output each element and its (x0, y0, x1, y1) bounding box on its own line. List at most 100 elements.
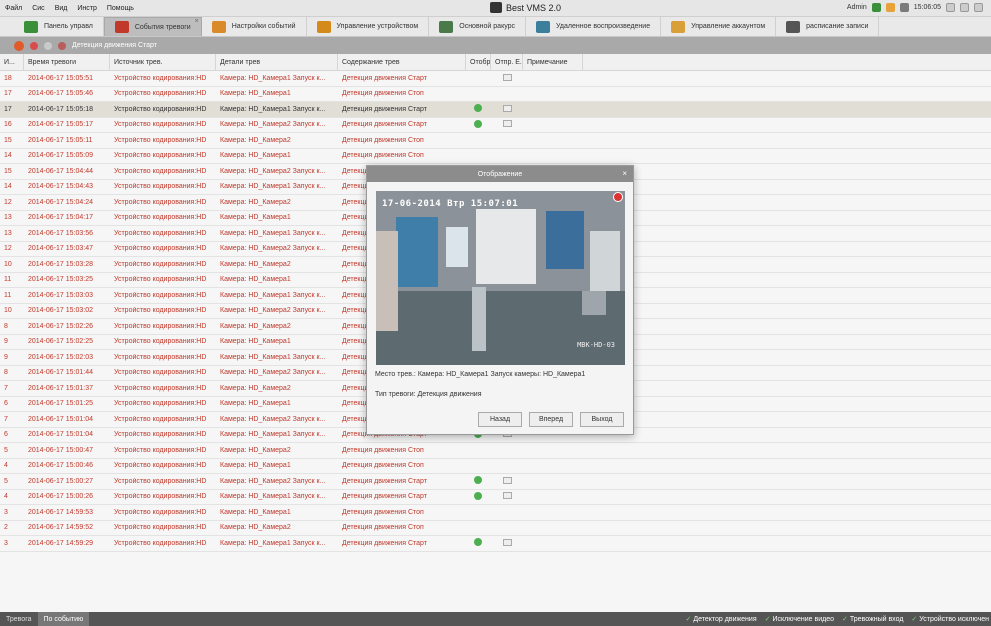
dialog-titlebar[interactable]: Отображение × (367, 166, 633, 182)
lock-icon[interactable] (946, 3, 955, 12)
menu-tools[interactable]: Инстр (72, 5, 102, 12)
col-note[interactable]: Примечание (523, 54, 583, 70)
cell-details: Камера: HD_Камера2 (220, 524, 291, 532)
tab-schedule[interactable]: расписание записи (776, 17, 880, 36)
alarm-type: Тип тревоги: Детекция движения (375, 391, 482, 398)
globe-icon[interactable] (871, 3, 881, 12)
cell-time: 2014-06-17 15:05:18 (28, 105, 93, 113)
table-row[interactable]: 16 2014-06-17 15:05:17 Устройство кодирова… (0, 118, 991, 133)
menu-help[interactable]: Помощь (102, 5, 139, 12)
cell-details: Камера: HD_Камера1 Запуск к... (220, 431, 326, 439)
app-title: Best VMS 2.0 (490, 2, 561, 13)
table-row[interactable]: 5 2014-06-17 15:00:47 Устройство кодирован… (0, 443, 991, 459)
mail-icon[interactable] (503, 538, 512, 546)
cell-source: Устройство кодирования:HD (114, 353, 207, 361)
table-row[interactable]: 5 2014-06-17 15:00:27 Устройство кодирован… (0, 474, 991, 490)
cell-id: 5 (4, 477, 8, 485)
cell-id: 14 (4, 152, 12, 160)
cell-source: Устройство кодирования:HD (114, 276, 207, 284)
col-id[interactable]: И... (0, 54, 24, 70)
table-row[interactable]: 14 2014-06-17 15:05:09 Устройство кодирова… (0, 149, 991, 164)
table-row[interactable]: 2 2014-06-17 14:59:52 Устройство кодирован… (0, 521, 991, 536)
table-row[interactable]: 4 2014-06-17 15:00:26 Устройство кодирован… (0, 490, 991, 505)
cell-source: Устройство кодирования:HD (114, 539, 207, 547)
menu-view[interactable]: Вид (50, 5, 73, 12)
col-send-email[interactable]: Отпр. Е... (491, 54, 523, 70)
col-alarm-time[interactable]: Время тревоги (24, 54, 110, 70)
play-icon[interactable] (474, 104, 482, 113)
table-row[interactable]: 4 2014-06-17 15:00:46 Устройство кодирован… (0, 459, 991, 474)
cell-content: Детекция движения Старт (342, 539, 427, 547)
play-icon[interactable] (474, 538, 482, 547)
toolbar-alarm-label: Детекция движения Старт (72, 42, 157, 49)
filter-motion[interactable]: ✓ Детектор движения (685, 615, 756, 623)
menu-system[interactable]: Сис (27, 5, 49, 12)
cell-id: 16 (4, 121, 12, 129)
table-row[interactable]: 17 2014-06-17 15:05:18 Устройство кодирова… (0, 102, 991, 118)
col-alarm-source[interactable]: Источник трев. (110, 54, 216, 70)
col-alarm-details[interactable]: Детали трев (216, 54, 338, 70)
close-icon[interactable]: × (622, 169, 627, 178)
cell-time: 2014-06-17 15:05:09 (28, 152, 93, 160)
play-icon[interactable] (474, 476, 482, 485)
filter-device-exception[interactable]: ✓ Устройство исключен (911, 615, 989, 623)
cell-content: Детекция движения Стоп (342, 462, 424, 470)
motion-alarm-icon (58, 41, 66, 50)
cell-id: 15 (4, 167, 12, 175)
cell-details: Камера: HD_Камера2 (220, 384, 291, 392)
close-icon[interactable]: × (195, 18, 199, 25)
cell-source: Устройство кодирования:HD (114, 384, 207, 392)
tab-event-settings[interactable]: Настройки событий (202, 17, 307, 36)
bottom-tab-by-event[interactable]: По событию (37, 612, 90, 626)
mail-icon[interactable] (503, 492, 512, 500)
table-row[interactable]: 15 2014-06-17 15:05:11 Устройство кодирова… (0, 133, 991, 149)
table-row[interactable]: 3 2014-06-17 14:59:29 Устройство кодирован… (0, 536, 991, 552)
mail-icon[interactable] (44, 41, 52, 50)
mail-icon[interactable] (503, 476, 512, 484)
tab-alarm[interactable]: События тревоги × (103, 17, 202, 36)
cell-id: 9 (4, 353, 8, 361)
cell-source: Устройство кодирования:HD (114, 462, 207, 470)
play-icon[interactable] (474, 119, 482, 128)
alarm-bell-icon[interactable] (885, 3, 895, 12)
table-row[interactable]: 18 2014-06-17 15:05:51 Устройство кодирова… (0, 71, 991, 87)
network-icon[interactable] (899, 3, 909, 12)
tab-label: Основной ракурс (459, 23, 516, 30)
back-button[interactable]: Назад (478, 412, 522, 427)
col-alarm-content[interactable]: Содержание трев (338, 54, 466, 70)
status-area: Admin 15:06:05 (847, 3, 983, 12)
tab-device[interactable]: Управление устройством (307, 17, 430, 36)
tab-playback[interactable]: Удаленное воспроизведение (526, 17, 662, 36)
cell-source: Устройство кодирования:HD (114, 446, 207, 454)
camera-label: MBK-HD-03 (577, 341, 615, 349)
bottom-tab-alarm[interactable]: Тревога (0, 612, 38, 626)
minimize-icon[interactable] (960, 3, 969, 12)
col-display[interactable]: Отобра... (466, 54, 491, 70)
cell-email (491, 538, 523, 548)
tab-main-view[interactable]: Основной ракурс (429, 17, 527, 36)
filter-alarm-input[interactable]: ✓ Тревожный вход (842, 615, 903, 623)
sound-icon[interactable] (30, 41, 38, 50)
cell-details: Камера: HD_Камера1 (220, 508, 291, 516)
tab-account[interactable]: Управление аккаунтом (661, 17, 777, 36)
mail-icon[interactable] (503, 120, 512, 128)
mail-icon[interactable] (503, 104, 512, 112)
filter-video-loss[interactable]: ✓ Исключение видео (765, 615, 834, 623)
table-row[interactable]: 17 2014-06-17 15:05:46 Устройство кодирова… (0, 87, 991, 102)
cell-source: Устройство кодирования:HD (114, 167, 207, 175)
menu-file[interactable]: Файл (0, 5, 27, 12)
cell-time: 2014-06-17 15:03:47 (28, 245, 93, 253)
mail-icon[interactable] (503, 73, 512, 81)
alarm-clear-icon[interactable] (14, 40, 24, 51)
play-icon[interactable] (474, 491, 482, 500)
cell-content: Детекция движения Стоп (342, 90, 424, 98)
camera-scene (376, 191, 625, 365)
restore-icon[interactable] (974, 3, 983, 12)
tab-dashboard[interactable]: Панель управл (14, 17, 104, 36)
table-row[interactable]: 3 2014-06-17 14:59:53 Устройство кодирован… (0, 505, 991, 521)
cell-content: Детекция движения Старт (342, 74, 427, 82)
forward-button[interactable]: Вперед (529, 412, 573, 427)
cell-details: Камера: HD_Камера2 Запуск к... (220, 307, 326, 315)
exit-button[interactable]: Выход (580, 412, 624, 427)
cell-source: Устройство кодирования:HD (114, 508, 207, 516)
